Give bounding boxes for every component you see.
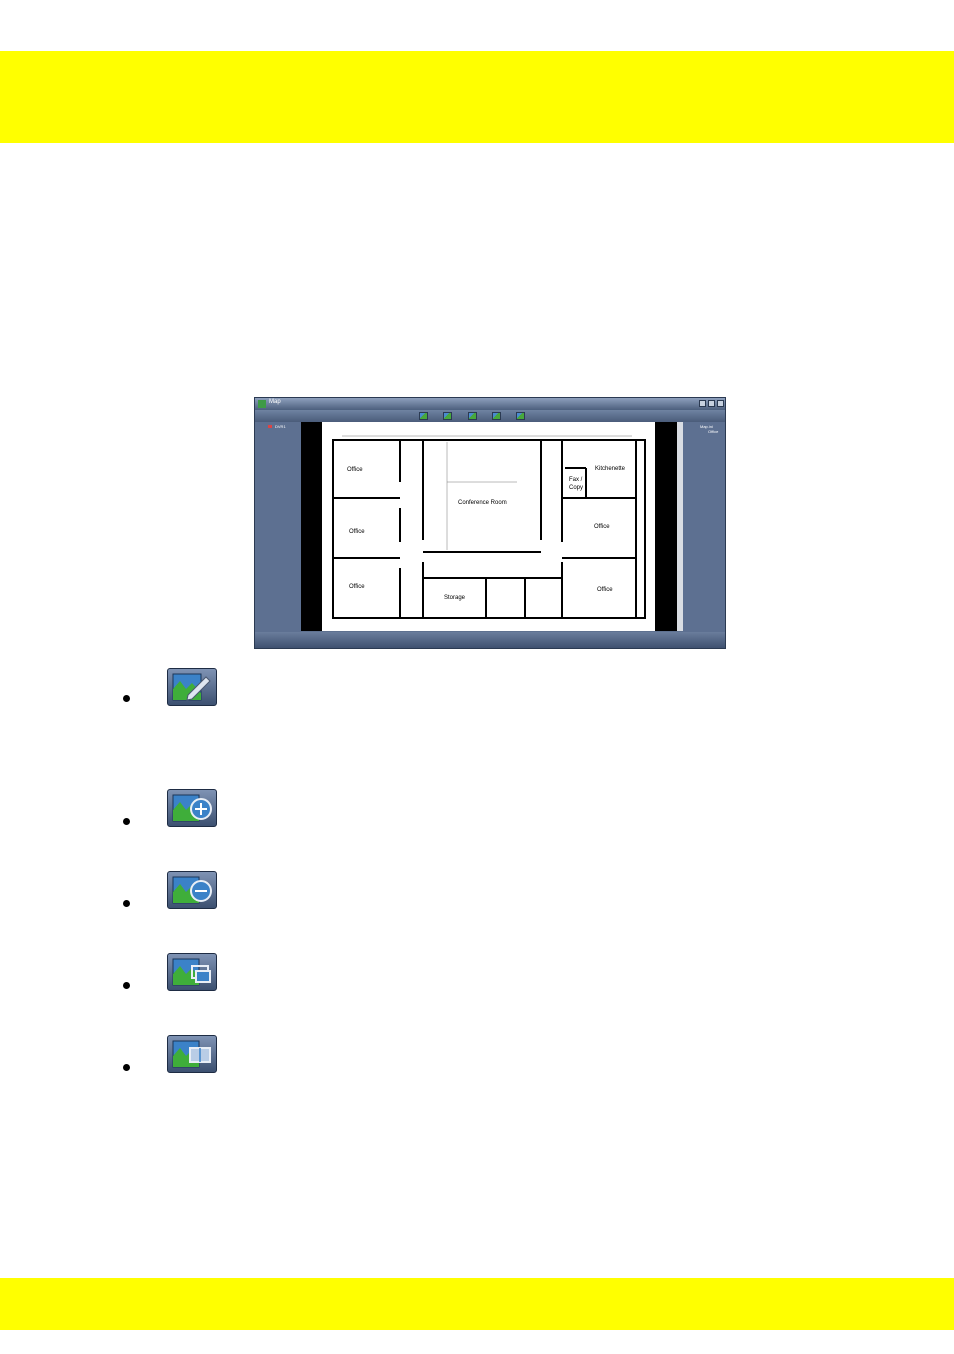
maximize-icon[interactable]	[708, 400, 715, 407]
room-storage: Storage	[444, 595, 466, 601]
map-office-item[interactable]: Office	[708, 429, 718, 434]
room-office-5: Office	[597, 587, 613, 593]
edit-map-icon[interactable]	[419, 412, 428, 420]
status-bar	[255, 632, 725, 648]
room-office-1: Office	[347, 467, 363, 473]
zoom-out-map-icon	[167, 871, 217, 909]
zoom-out-map-icon[interactable]	[468, 412, 477, 420]
map-window-screenshot: Map DVR1 Office Office Office Conference…	[254, 397, 726, 649]
edit-map-icon	[167, 668, 217, 706]
fit-window-icon[interactable]	[492, 412, 501, 420]
room-kitchenette: Kitchenette	[595, 466, 626, 472]
bullet	[123, 1064, 130, 1071]
room-copy: Copy	[569, 485, 584, 491]
bullet	[123, 900, 130, 907]
zoom-in-map-icon[interactable]	[443, 412, 452, 420]
tree-root-dvr[interactable]: DVR1	[275, 424, 286, 429]
bullet	[123, 982, 130, 989]
device-tree-panel: DVR1	[257, 422, 301, 632]
dvr-icon	[268, 425, 272, 428]
room-conference: Conference Room	[458, 500, 507, 506]
close-icon[interactable]	[717, 400, 724, 407]
fit-window-icon	[167, 953, 217, 991]
room-office-4: Office	[594, 524, 610, 530]
window-title: Map	[269, 399, 281, 405]
minimize-icon[interactable]	[699, 400, 706, 407]
room-fax: Fax /	[569, 477, 583, 483]
header-band	[0, 51, 954, 143]
app-icon	[258, 400, 266, 408]
map-viewport: Office Office Office Conference Room Sto…	[301, 422, 677, 631]
bullet	[123, 818, 130, 825]
room-office-2: Office	[349, 529, 365, 535]
footer-band	[0, 1278, 954, 1330]
original-size-icon[interactable]	[516, 412, 525, 420]
map-toolbar	[255, 410, 725, 422]
map-list-panel: Map.ini Office	[683, 422, 725, 632]
room-office-3: Office	[349, 584, 365, 590]
zoom-in-map-icon	[167, 789, 217, 827]
title-bar: Map	[255, 398, 725, 410]
bullet	[123, 695, 130, 702]
original-size-icon	[167, 1035, 217, 1073]
floor-plan: Office Office Office Conference Room Sto…	[322, 422, 655, 631]
